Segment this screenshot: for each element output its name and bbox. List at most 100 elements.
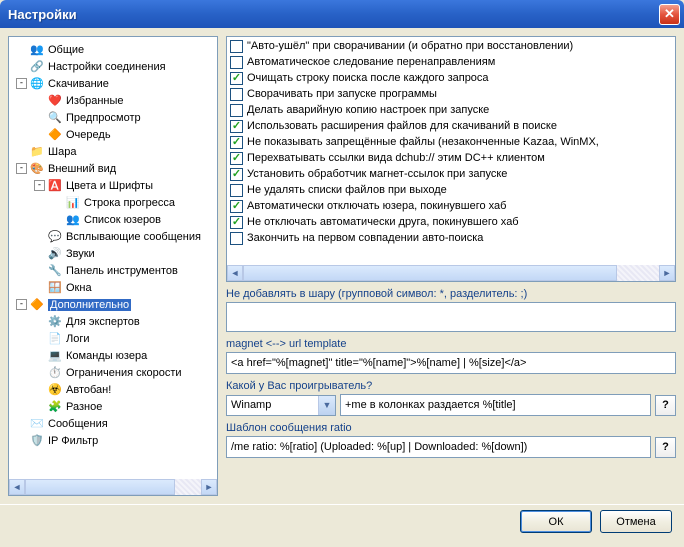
check-row[interactable]: ✓Очищать строку поиска после каждого зап… (228, 70, 674, 86)
check-row[interactable]: ✓Не показывать запрещённые файлы (незако… (228, 134, 674, 150)
tree-item-icon: 🔊 (47, 246, 63, 262)
tree-item[interactable]: 📊Строка прогресса (11, 194, 215, 211)
tree-item[interactable]: 🪟Окна (11, 279, 215, 296)
tree-item[interactable]: 🧩Разное (11, 398, 215, 415)
tree-toggle[interactable]: - (16, 78, 27, 89)
tree-item[interactable]: 🔗Настройки соединения (11, 58, 215, 75)
check-row[interactable]: ✓Перехватывать ссылки вида dchub:// этим… (228, 150, 674, 166)
scroll-thumb[interactable] (243, 265, 617, 281)
checkbox[interactable] (230, 56, 243, 69)
check-label: Делать аварийную копию настроек при запу… (247, 104, 489, 116)
check-label: Использовать расширения файлов для скачи… (247, 120, 557, 132)
check-row[interactable]: "Авто-ушёл" при сворачивании (и обратно … (228, 38, 674, 54)
check-label: Сворачивать при запуске программы (247, 88, 437, 100)
checkbox[interactable] (230, 184, 243, 197)
tree-item[interactable]: ✉️Сообщения (11, 415, 215, 432)
player-help-button[interactable]: ? (655, 395, 676, 416)
tree-item[interactable]: 💻Команды юзера (11, 347, 215, 364)
player-select[interactable]: Winamp ▼ (226, 395, 336, 416)
tree-item-label: Избранные (66, 95, 124, 107)
scroll-right-icon[interactable]: ► (659, 265, 675, 281)
tree-item[interactable]: 🔊Звуки (11, 245, 215, 262)
tree-item[interactable]: ⏱️Ограничения скорости (11, 364, 215, 381)
checkbox[interactable]: ✓ (230, 120, 243, 133)
tree-item[interactable]: 👥Общие (11, 41, 215, 58)
tree-item-label: Панель инструментов (66, 265, 178, 277)
tree-item-label: Звуки (66, 248, 95, 260)
tree-item[interactable]: 💬Всплывающие сообщения (11, 228, 215, 245)
checkbox[interactable] (230, 232, 243, 245)
check-row[interactable]: Закончить на первом совпадении авто-поис… (228, 230, 674, 246)
options-checklist: "Авто-ушёл" при сворачивании (и обратно … (226, 36, 676, 282)
checkbox[interactable] (230, 40, 243, 53)
tree-item-icon: 🔶 (29, 297, 45, 313)
checkbox[interactable]: ✓ (230, 216, 243, 229)
tree-item[interactable]: 👥Список юзеров (11, 211, 215, 228)
checkbox[interactable]: ✓ (230, 152, 243, 165)
magnet-template-input[interactable] (226, 352, 676, 374)
check-row[interactable]: ✓Автоматически отключать юзера, покинувш… (228, 198, 674, 214)
tree-toggle[interactable]: - (16, 163, 27, 174)
close-button[interactable]: ✕ (659, 4, 680, 25)
scroll-left-icon[interactable]: ◄ (227, 265, 243, 281)
tree-item[interactable]: 🛡️IP Фильтр (11, 432, 215, 449)
share-exclude-input[interactable] (226, 302, 676, 332)
player-command-input[interactable] (340, 394, 651, 416)
tree-item[interactable]: -🎨Внешний вид (11, 160, 215, 177)
check-row[interactable]: ✓ Использовать расширения файлов для скач… (228, 118, 674, 134)
tree-item-icon: 💬 (47, 229, 63, 245)
checklist-scrollbar[interactable]: ◄ ► (227, 265, 675, 281)
tree-item[interactable]: -🌐Скачивание (11, 75, 215, 92)
window-title: Настройки (8, 7, 659, 22)
check-row[interactable]: Не удалять списки файлов при выходе (228, 182, 674, 198)
ratio-template-input[interactable] (226, 436, 651, 458)
tree-item[interactable]: -🅰️Цвета и Шрифты (11, 177, 215, 194)
tree-item[interactable]: 🔍Предпросмотр (11, 109, 215, 126)
tree-item[interactable]: 🔶Очередь (11, 126, 215, 143)
check-row[interactable]: ✓Не отключать автоматически друга, покин… (228, 214, 674, 230)
tree-item-icon: 📄 (47, 331, 63, 347)
scroll-thumb[interactable] (25, 479, 175, 495)
tree-item-label: Предпросмотр (66, 112, 141, 124)
chevron-down-icon: ▼ (318, 396, 335, 415)
tree-item-icon: 🧩 (47, 399, 63, 415)
tree-item-label: Команды юзера (66, 350, 147, 362)
checkbox[interactable]: ✓ (230, 72, 243, 85)
tree-item-label: Ограничения скорости (66, 367, 182, 379)
tree-item[interactable]: -🔶Дополнительно (11, 296, 215, 313)
check-row[interactable]: Сворачивать при запуске программы (228, 86, 674, 102)
tree-item-icon: 👥 (65, 212, 81, 228)
checkbox[interactable]: ✓ (230, 136, 243, 149)
tree-item-label: Шара (48, 146, 76, 158)
tree-item-label: Для экспертов (66, 316, 140, 328)
tree-scrollbar[interactable]: ◄ ► (9, 479, 217, 495)
check-label: Автоматическое следование перенаправлени… (247, 56, 495, 68)
tree-item-label: Дополнительно (48, 299, 131, 311)
tree-item[interactable]: 📄Логи (11, 330, 215, 347)
tree-item[interactable]: 📁Шара (11, 143, 215, 160)
dialog-footer: ОК Отмена (0, 504, 684, 538)
tree-item[interactable]: ❤️Избранные (11, 92, 215, 109)
ok-button[interactable]: ОК (520, 510, 592, 533)
tree-item[interactable]: ⚙️Для экспертов (11, 313, 215, 330)
tree-item-icon: ❤️ (47, 93, 63, 109)
tree-item-icon: 🌐 (29, 76, 45, 92)
tree-toggle[interactable]: - (16, 299, 27, 310)
tree-item-icon: 🔗 (29, 59, 45, 75)
cancel-button[interactable]: Отмена (600, 510, 672, 533)
tree-item-label: Внешний вид (48, 163, 116, 175)
check-row[interactable]: ✓Установить обработчик магнет-ссылок при… (228, 166, 674, 182)
ratio-help-button[interactable]: ? (655, 437, 676, 458)
tree-item[interactable]: ☣️Автобан! (11, 381, 215, 398)
tree-toggle[interactable]: - (34, 180, 45, 191)
checkbox[interactable]: ✓ (230, 168, 243, 181)
scroll-left-icon[interactable]: ◄ (9, 479, 25, 495)
checkbox[interactable] (230, 88, 243, 101)
checkbox[interactable]: ✓ (230, 200, 243, 213)
scroll-right-icon[interactable]: ► (201, 479, 217, 495)
checkbox[interactable] (230, 104, 243, 117)
check-row[interactable]: Делать аварийную копию настроек при запу… (228, 102, 674, 118)
check-label: Закончить на первом совпадении авто-поис… (247, 232, 483, 244)
check-row[interactable]: Автоматическое следование перенаправлени… (228, 54, 674, 70)
tree-item[interactable]: 🔧Панель инструментов (11, 262, 215, 279)
